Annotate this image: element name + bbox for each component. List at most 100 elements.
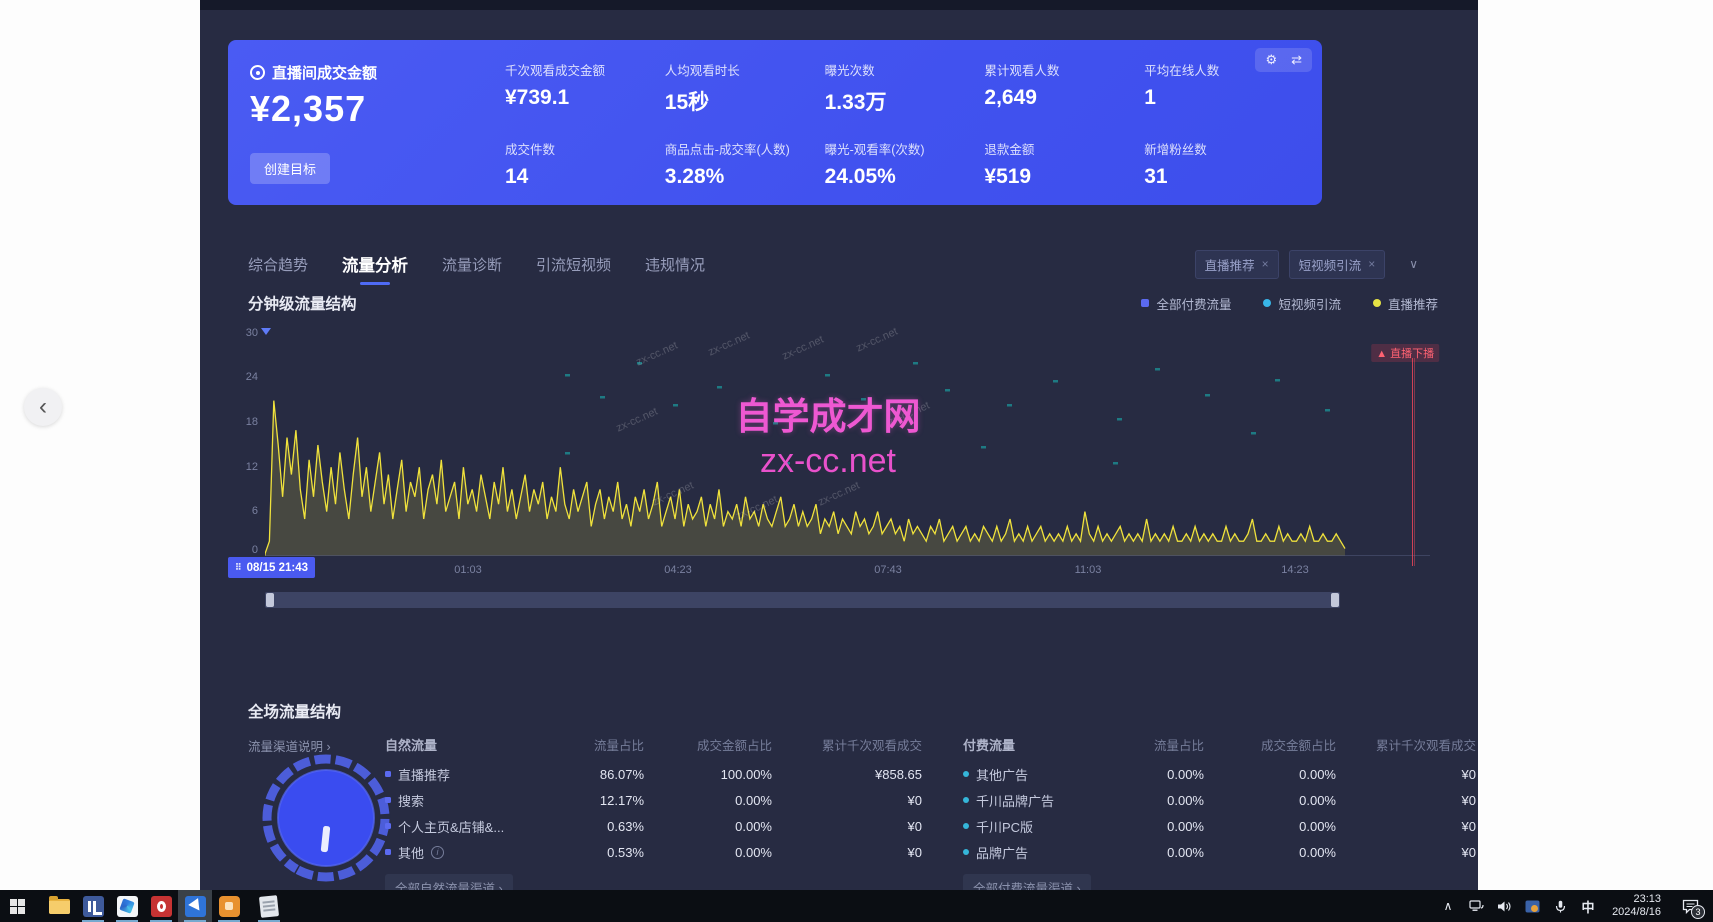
cell-value: 0.00% [1112, 767, 1204, 782]
clock-date: 2024/8/16 [1612, 906, 1661, 919]
tab-traffic-diagnosis[interactable]: 流量诊断 [442, 254, 502, 275]
ime-indicator[interactable]: 中 [1576, 890, 1600, 922]
channel-name: 个人主页&店铺&... [398, 817, 504, 836]
axis-start-date-chip[interactable]: ⠿ 08/15 21:43 [228, 557, 315, 578]
metric-cell: 曝光次数1.33万 [825, 60, 985, 116]
legend-paid-traffic[interactable]: 全部付费流量 [1141, 294, 1231, 313]
traffic-donut-chart[interactable] [252, 748, 400, 888]
bullet-icon [385, 849, 391, 855]
filter-tag-live-recommend[interactable]: 直播推荐 × [1195, 250, 1279, 279]
small-watermark: zx-cc.net [816, 480, 861, 509]
taskbar-app-l1[interactable] [76, 890, 110, 922]
column-header: 成交金额占比 [644, 735, 772, 754]
cell-value: ¥0 [1336, 793, 1476, 808]
analytics-dashboard: 直播间成交金额 ¥2,357 创建目标 千次观看成交金额¥739.1 人均观看时… [200, 0, 1478, 890]
tray-chevron-up-icon[interactable]: ∧ [1436, 890, 1460, 922]
folder-icon [49, 899, 70, 914]
metric-label: 退款金额 [984, 139, 1144, 158]
tab-short-video[interactable]: 引流短视频 [536, 254, 611, 275]
notification-badge: 3 [1691, 905, 1705, 919]
taskbar-app-active-pointer[interactable] [178, 890, 212, 922]
cell-value: 0.00% [644, 845, 772, 860]
card-toolbar: ⚙ ⇄ [1255, 48, 1312, 72]
metric-value: 3.28% [665, 165, 825, 189]
action-center-button[interactable]: 3 [1673, 890, 1707, 922]
tab-overall-trend[interactable]: 综合趋势 [248, 254, 308, 275]
slider-left-handle[interactable] [266, 593, 274, 607]
channel-name: 品牌广告 [976, 843, 1028, 862]
cell-value: 0.00% [1204, 767, 1336, 782]
y-axis-tick: 18 [228, 416, 258, 428]
chart-range-slider[interactable] [265, 592, 1340, 608]
cell-value: ¥0 [772, 793, 922, 808]
bullet-icon [963, 849, 969, 855]
microphone-icon[interactable] [1548, 890, 1572, 922]
metrics-grid: 千次观看成交金额¥739.1 人均观看时长15秒 曝光次数1.33万 累计观看人… [505, 60, 1304, 189]
legend-swatch [1373, 299, 1381, 307]
tab-violations[interactable]: 违规情况 [645, 254, 705, 275]
metric-cell: 新增粉丝数31 [1144, 139, 1304, 189]
taskbar-app-opera[interactable] [144, 890, 178, 922]
bullet-icon [385, 797, 391, 803]
app-tile-icon [83, 896, 104, 917]
tray-app-icon[interactable] [1520, 890, 1544, 922]
metric-value: ¥739.1 [505, 86, 665, 110]
legend-short-video[interactable]: 短视频引流 [1263, 294, 1341, 313]
row-label: 其他i [385, 843, 549, 862]
column-header: 成交金额占比 [1204, 735, 1336, 754]
taskbar-app-notepad[interactable] [252, 890, 286, 922]
start-button[interactable] [0, 890, 34, 922]
remove-tag-icon[interactable]: × [1262, 257, 1269, 271]
slider-right-handle[interactable] [1331, 593, 1339, 607]
stream-end-marker-label: ▲ 直播下播 [1371, 344, 1439, 362]
tab-traffic-analysis[interactable]: 流量分析 [342, 252, 408, 276]
filter-tag-short-video[interactable]: 短视频引流 × [1289, 250, 1386, 279]
taskbar-app-blue[interactable] [110, 890, 144, 922]
info-icon[interactable]: i [431, 846, 444, 859]
network-icon[interactable] [1464, 890, 1488, 922]
legend-live-recommend[interactable]: 直播推荐 [1373, 294, 1438, 313]
channel-name: 直播推荐 [398, 765, 450, 784]
metric-label: 曝光次数 [825, 60, 985, 79]
metric-value: 1 [1144, 86, 1304, 110]
create-goal-button[interactable]: 创建目标 [250, 153, 330, 184]
settings-gear-icon[interactable]: ⚙ [1265, 52, 1277, 68]
y-axis-tick: 6 [228, 505, 258, 517]
cell-value: 100.00% [644, 767, 772, 782]
metric-cell: 曝光-观看率(次数)24.05% [825, 139, 985, 189]
cell-value: 0.00% [1112, 819, 1204, 834]
legend-swatch [1263, 299, 1271, 307]
remove-tag-icon[interactable]: × [1368, 257, 1375, 271]
chart-legend: 全部付费流量 短视频引流 直播推荐 [1141, 294, 1438, 313]
volume-icon[interactable] [1492, 890, 1516, 922]
app-tile-icon [219, 896, 240, 917]
cell-value: 0.53% [549, 845, 644, 860]
table-header-row: 付费流量 流量占比 成交金额占比 累计千次观看成交 [963, 732, 1476, 756]
cell-value: 0.00% [1204, 819, 1336, 834]
cell-value: 12.17% [549, 793, 644, 808]
page-back-button[interactable]: ‹ [24, 388, 62, 426]
clock-time: 23:13 [1612, 893, 1661, 906]
chevron-down-icon[interactable]: ∨ [1409, 257, 1418, 271]
metric-value: 15秒 [665, 86, 825, 116]
taskbar-clock[interactable]: 23:13 2024/8/16 [1604, 893, 1669, 919]
table-row: 直播推荐 86.07% 100.00% ¥858.65 [385, 761, 922, 787]
cell-value: ¥0 [1336, 845, 1476, 860]
cell-value: 0.00% [1204, 845, 1336, 860]
target-icon [250, 65, 265, 80]
taskbar-app-orange[interactable] [212, 890, 246, 922]
metric-cell: 人均观看时长15秒 [665, 60, 825, 116]
taskbar-file-explorer[interactable] [42, 890, 76, 922]
channel-name: 其他广告 [976, 765, 1028, 784]
session-section-title: 全场流量结构 [248, 700, 341, 722]
metric-cell: 退款金额¥519 [984, 139, 1144, 189]
gmv-title: 直播间成交金额 [250, 62, 377, 83]
metric-label: 曝光-观看率(次数) [825, 139, 985, 158]
metric-label: 成交件数 [505, 139, 665, 158]
cell-value: ¥0 [1336, 767, 1476, 782]
row-label: 品牌广告 [963, 843, 1112, 862]
swap-metrics-icon[interactable]: ⇄ [1291, 52, 1302, 68]
row-label: 直播推荐 [385, 765, 549, 784]
metric-label: 千次观看成交金额 [505, 60, 665, 79]
filter-tags: 直播推荐 × 短视频引流 × ∨ [1195, 250, 1418, 279]
